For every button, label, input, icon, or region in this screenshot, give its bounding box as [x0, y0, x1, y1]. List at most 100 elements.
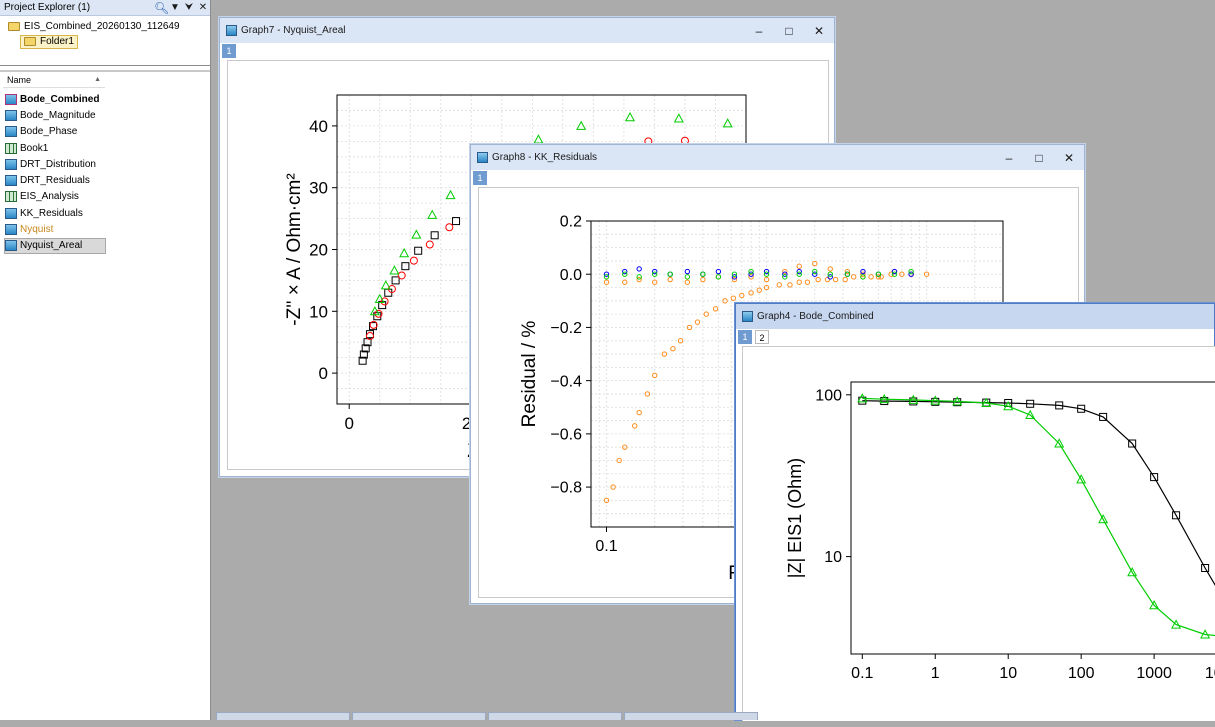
explorer-item[interactable]: Nyquist_Areal [4, 237, 106, 254]
close-button[interactable]: ✕ [804, 24, 834, 38]
explorer-item[interactable]: DRT_Residuals [5, 172, 106, 188]
explorer-item[interactable]: DRT_Distribution [5, 156, 106, 172]
sort-ascending-icon: ▲ [94, 76, 101, 83]
y-tick-label: 40 [309, 117, 328, 136]
explorer-item-label: Nyquist [20, 224, 54, 236]
data-point [670, 346, 676, 352]
y-tick-label: 20 [309, 240, 328, 259]
data-point [533, 134, 544, 144]
data-point [624, 112, 636, 122]
bode-chart: 0.1 1 10 100 1000 10000 100 10 |Z| EIS1 (Ohm) [785, 381, 1215, 682]
x-tick-label: 0.1 [595, 538, 617, 555]
explorer-item-label: DRT_Distribution [20, 158, 96, 170]
minimized-tab[interactable] [352, 712, 486, 720]
explorer-item[interactable]: Bode_Phase [5, 124, 106, 140]
graph-icon [5, 158, 17, 170]
close-icon[interactable]: ✕ [196, 1, 210, 15]
explorer-item[interactable]: Book1 [5, 140, 106, 156]
graph-icon [5, 224, 17, 236]
data-point [622, 279, 628, 285]
data-point [445, 223, 454, 232]
x-tick-label: 0.1 [851, 665, 873, 682]
explorer-item-label: KK_Residuals [20, 207, 83, 219]
graph4-titlebar[interactable]: Graph4 - Bode_Combined [736, 304, 1214, 329]
layer-tab-2[interactable]: 2 [755, 330, 769, 344]
graph4-canvas[interactable]: 0.1 1 10 100 1000 10000 100 10 |Z| EIS1 (Ohm) [742, 346, 1215, 721]
series-line [862, 397, 1215, 637]
data-point [401, 262, 410, 271]
graph4-window[interactable]: Graph4 - Bode_Combined 1 2 0.1 1 10 100 1000… [735, 303, 1215, 721]
y-tick-label: −0.6 [550, 426, 582, 443]
y-tick-label: 0.0 [560, 267, 582, 284]
data-point [868, 274, 874, 280]
graph8-titlebar[interactable]: Graph8 - KK_Residuals – □ ✕ [471, 145, 1084, 170]
explorer-titlebar: Project Explorer (1) 🔍︎ ▼ ⮟ ✕ [0, 0, 210, 16]
y-tick-label: 10 [824, 549, 842, 566]
layer-tab-1[interactable]: 1 [222, 44, 236, 58]
search-icon[interactable]: 🔍︎ [154, 1, 169, 15]
explorer-item[interactable]: Bode_Magnitude [5, 107, 106, 123]
graph-icon [5, 175, 17, 187]
data-point [430, 231, 439, 240]
graph7-titlebar[interactable]: Graph7 - Nyquist_Areal – □ ✕ [220, 18, 834, 43]
data-point [796, 263, 802, 269]
graph-icon [5, 207, 17, 219]
x-tick-label: 10000 [1205, 665, 1215, 682]
dropdown-icon[interactable]: ▼ [168, 1, 182, 15]
data-point [414, 246, 423, 255]
data-point [389, 265, 400, 275]
x-tick-label: 100 [1068, 665, 1095, 682]
close-button[interactable]: ✕ [1054, 151, 1084, 165]
graph7-layerbar: 1 [220, 43, 834, 59]
graph8-title: Graph8 - KK_Residuals [492, 152, 598, 163]
maximize-button[interactable]: □ [774, 24, 804, 38]
y-tick-label: 0 [319, 364, 328, 383]
data-point [409, 256, 418, 265]
layer-tab-1[interactable]: 1 [738, 330, 752, 344]
y-tick-label: 100 [815, 387, 842, 404]
explorer-item-label: Nyquist_Areal [20, 240, 83, 252]
project-tree: EIS_Combined_20260130_112649 Folder1 [0, 16, 210, 66]
minimize-button[interactable]: – [744, 24, 774, 38]
data-point [399, 247, 410, 258]
explorer-item-label: Book1 [20, 142, 49, 154]
plot-frame [850, 381, 1215, 655]
data-point [712, 306, 719, 312]
explorer-item[interactable]: Bode_Combined [5, 91, 106, 107]
minimized-tab[interactable] [624, 712, 758, 720]
column-header-name[interactable]: Name ▲ [3, 72, 105, 88]
explorer-item[interactable]: EIS_Analysis [5, 189, 106, 205]
project-name: EIS_Combined_20260130_112649 [24, 21, 180, 32]
minimize-button[interactable]: – [994, 151, 1024, 165]
graph-window-icon [477, 152, 488, 163]
maximize-button[interactable]: □ [1024, 151, 1054, 165]
explorer-item-label: DRT_Residuals [20, 175, 90, 187]
explorer-item[interactable]: Nyquist [5, 221, 106, 237]
data-point [850, 274, 857, 280]
tree-item-folder1[interactable]: Folder1 [0, 34, 210, 49]
minimized-tab[interactable] [216, 712, 350, 720]
x-tick-label: 1 [931, 665, 940, 682]
x-tick-label: 0 [344, 414, 353, 433]
graph4-layerbar: 1 2 [736, 329, 1214, 345]
item-list: Bode_Combined Bode_Magnitude Bode_Phase Boo… [4, 91, 106, 254]
explorer-item[interactable]: KK_Residuals [5, 205, 106, 221]
tree-item-project[interactable]: EIS_Combined_20260130_112649 [0, 19, 210, 34]
y-tick-label: −0.8 [550, 480, 582, 497]
data-point [804, 279, 811, 285]
data-point [425, 240, 434, 249]
layer-tab-1[interactable]: 1 [473, 171, 487, 185]
data-point [636, 409, 642, 416]
explorer-item-label: EIS_Analysis [20, 191, 79, 203]
minimized-tab[interactable] [488, 712, 622, 720]
data-point [427, 209, 438, 219]
explorer-title: Project Explorer (1) [4, 2, 91, 13]
y-tick-label: 30 [309, 179, 328, 198]
graph-icon [5, 126, 17, 138]
data-point [827, 266, 833, 272]
series-line [862, 400, 1215, 586]
explorer-item-label: Bode_Phase [20, 126, 78, 138]
pin-icon[interactable]: ⮟ [182, 1, 196, 15]
y-tick-label: −0.4 [550, 373, 582, 390]
workbook-icon [5, 142, 17, 154]
